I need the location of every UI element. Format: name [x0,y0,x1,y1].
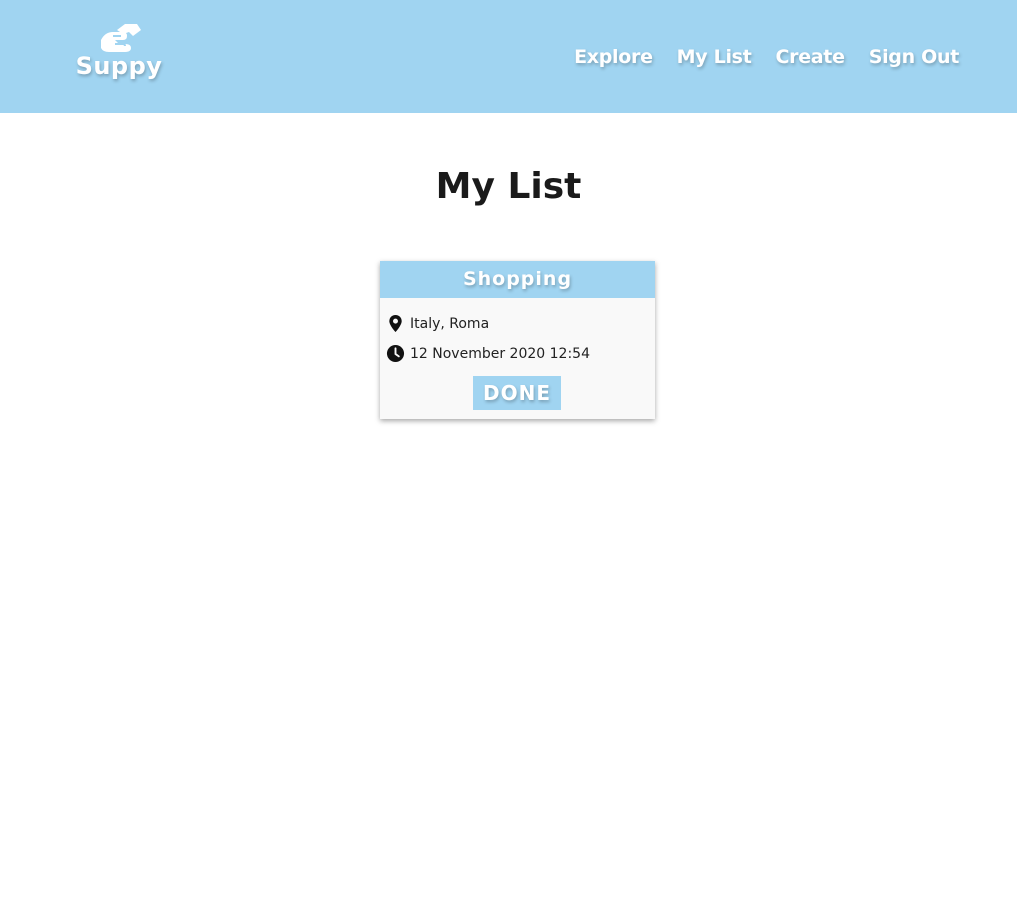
main-nav: Explore My List Create Sign Out [574,44,959,70]
card-datetime: 12 November 2020 12:54 [386,344,590,363]
nav-create[interactable]: Create [775,44,845,70]
card-location: Italy, Roma [386,314,489,333]
card-datetime-text: 12 November 2020 12:54 [410,345,590,362]
page-title: My List [435,166,582,207]
card-location-text: Italy, Roma [410,315,490,332]
map-pin-icon [389,314,402,333]
brand-logo-link[interactable]: Suppy [70,20,168,80]
done-button[interactable]: DONE [473,376,561,410]
navbar: Suppy Explore My List Create Sign Out [0,0,1017,113]
nav-my-list[interactable]: My List [677,44,752,70]
card-title: Shopping [380,261,655,298]
nav-explore[interactable]: Explore [574,44,653,70]
list-item-card: Shopping Italy, Roma 12 November 2020 12… [380,261,655,419]
brand-name: Suppy [75,52,163,80]
nav-sign-out[interactable]: Sign Out [869,44,960,70]
clock-icon [386,344,405,363]
